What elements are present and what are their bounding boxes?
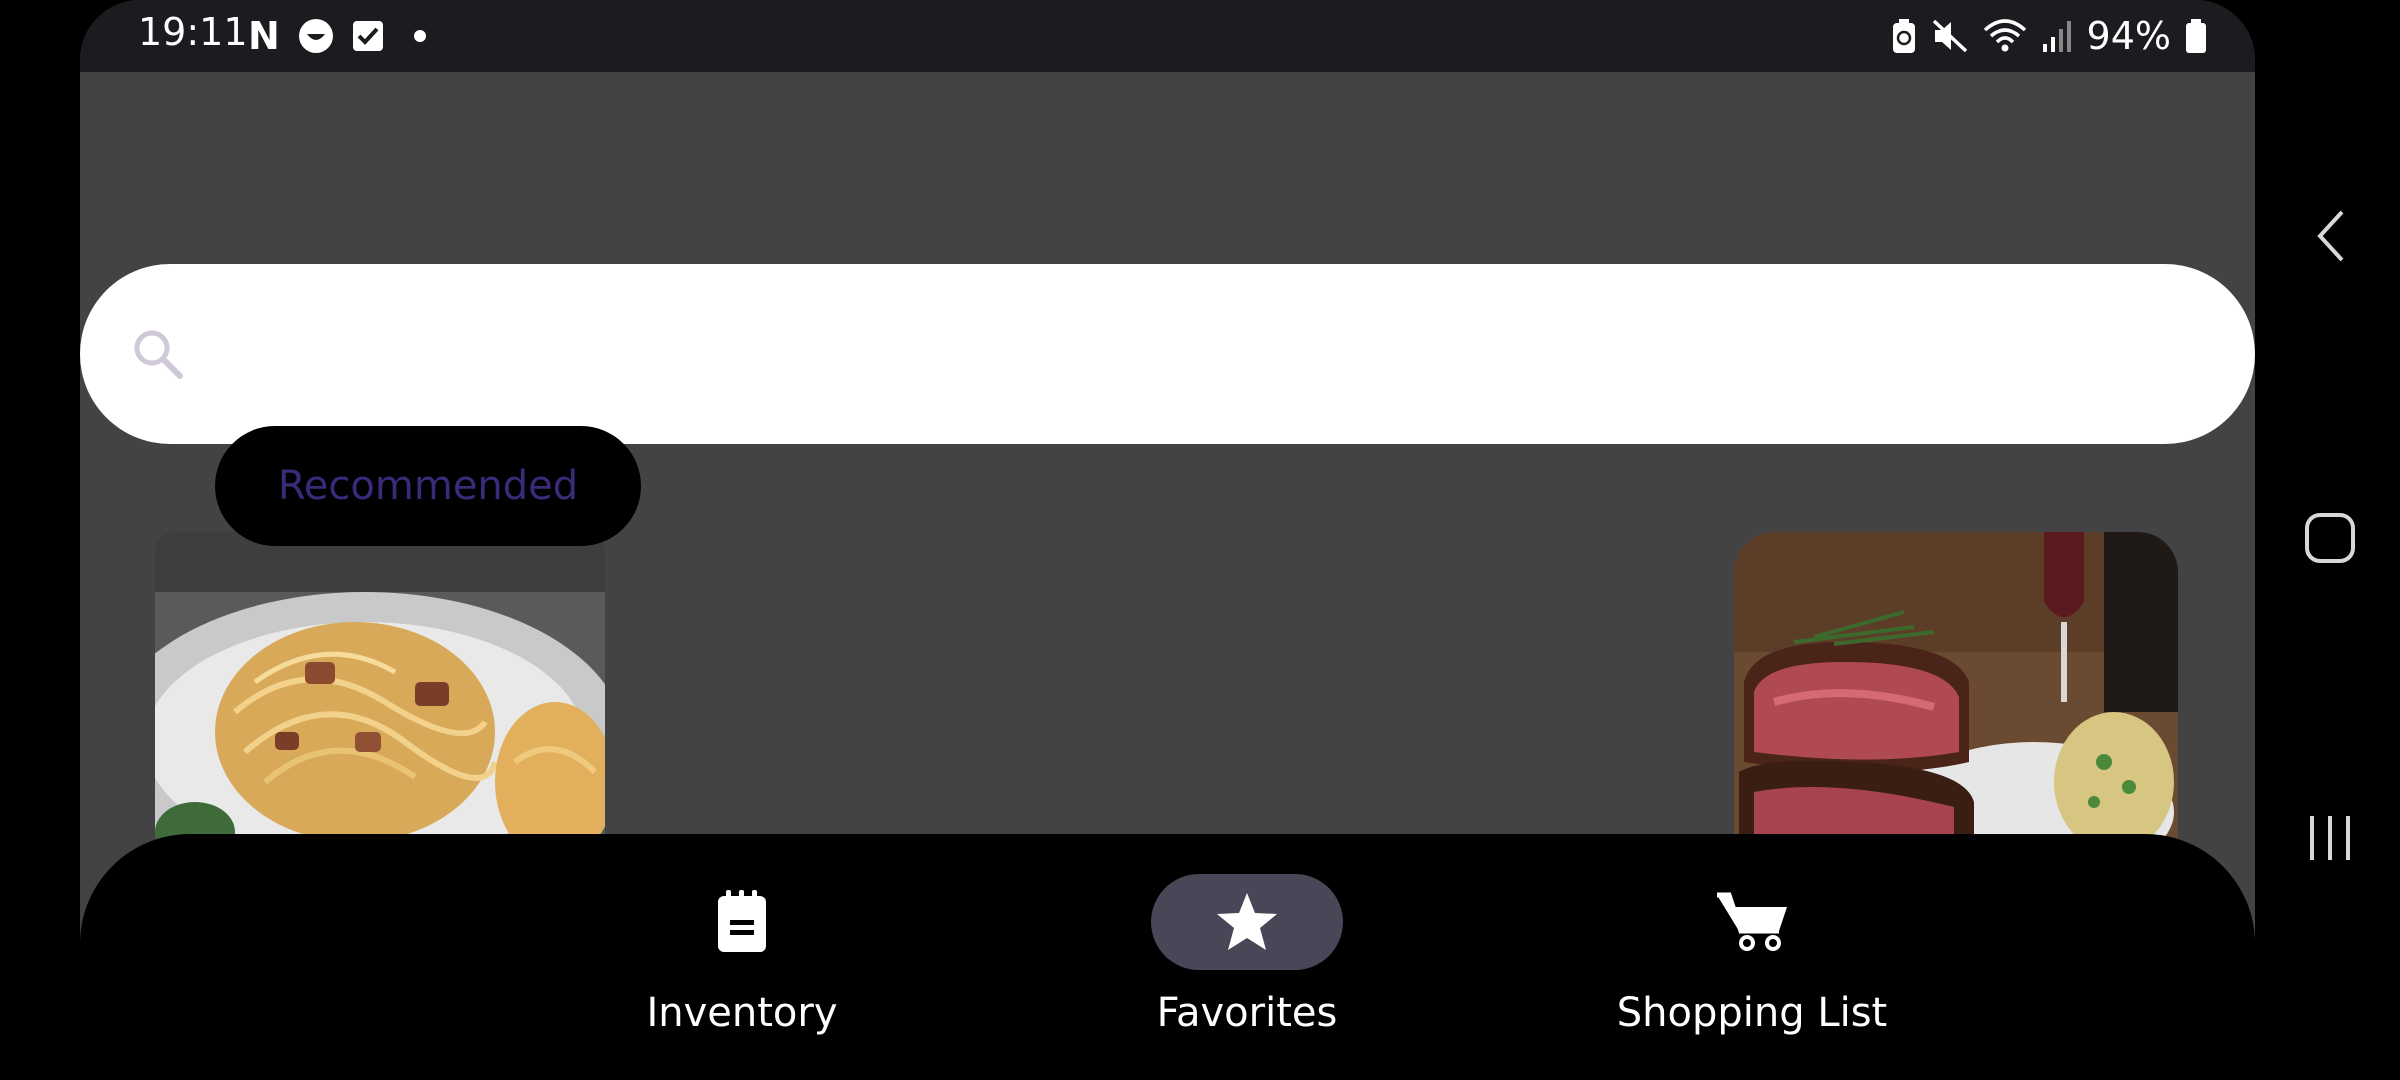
notification-icons: N: [248, 16, 426, 56]
checkbox-icon: [352, 21, 383, 51]
battery-saver-icon: [1892, 19, 1915, 53]
star-icon: [1217, 893, 1277, 950]
system-status-icons: 94%: [1891, 10, 2207, 62]
nav-label-inventory: Inventory: [646, 990, 838, 1036]
nav-item-favorites[interactable]: Favorites: [1087, 874, 1407, 1036]
nav-label-favorites: Favorites: [1156, 990, 1338, 1036]
cart-icon: [1717, 892, 1787, 951]
wifi-icon: [1983, 19, 2026, 52]
nav-icon-container: [646, 874, 838, 970]
nav-icon-container-selected: [1151, 874, 1343, 970]
status-bar: 19:11 N 94%: [80, 0, 2255, 72]
notepad-icon: [718, 890, 766, 952]
nav-label-shopping-list: Shopping List: [1616, 990, 1888, 1036]
nav-item-inventory[interactable]: Inventory: [582, 874, 902, 1036]
recents-icon[interactable]: [2306, 812, 2354, 864]
home-icon[interactable]: [2304, 512, 2356, 564]
signal-icon: [2042, 21, 2071, 52]
search-bar[interactable]: [80, 264, 2255, 444]
bottom-navigation: Inventory Favorites Shopping List: [80, 834, 2255, 1080]
nav-item-shopping-list[interactable]: Shopping List: [1512, 874, 1992, 1036]
back-icon[interactable]: [2312, 206, 2352, 266]
dot-icon: [413, 30, 426, 42]
battery-percent: 94%: [2086, 14, 2171, 58]
nav-icon-container: [1656, 874, 1848, 970]
search-icon: [134, 330, 183, 379]
app-screen: 19:11 N 94% Recommended Inventory Favori…: [80, 0, 2255, 1080]
mute-icon: [1932, 19, 1967, 53]
recipe-card[interactable]: [155, 532, 605, 852]
status-time: 19:11: [138, 10, 248, 54]
smile-icon: [298, 19, 333, 53]
steak-dinner-image: [1734, 532, 2178, 852]
battery-icon: [2186, 19, 2206, 53]
spaghetti-carbonara-image: [155, 532, 605, 852]
recommended-filter-chip[interactable]: Recommended: [215, 426, 641, 546]
chip-label: Recommended: [277, 463, 579, 509]
search-input[interactable]: [210, 304, 2194, 406]
recipe-card[interactable]: [1734, 532, 2178, 852]
netflix-icon: N: [248, 14, 280, 58]
